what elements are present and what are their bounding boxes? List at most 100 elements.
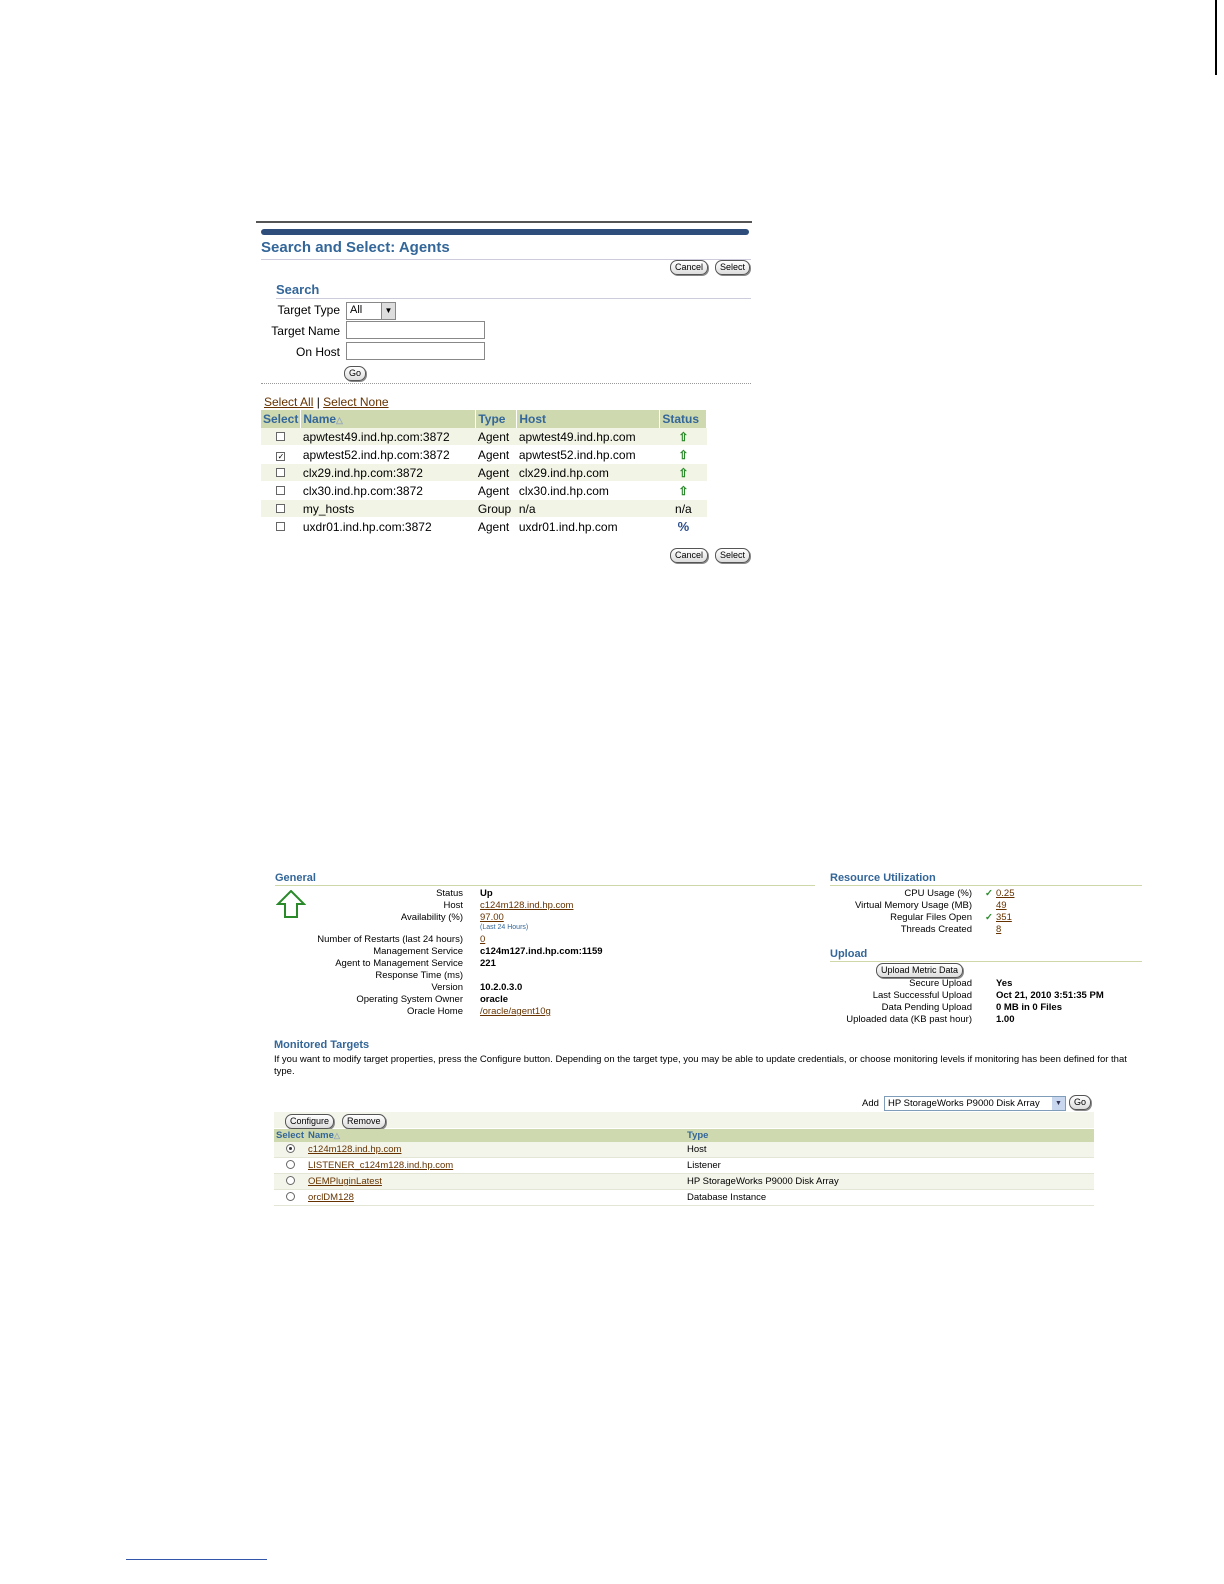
row-type: Agent [475,445,517,464]
target-name-input[interactable] [346,321,485,339]
table-row[interactable]: orclDM128 Database Instance [274,1189,1094,1206]
row-checkbox[interactable] [276,485,286,495]
upload-key: Data Pending Upload [881,1002,972,1013]
general-key: Number of Restarts (last 24 hours) [317,934,463,945]
resource-value-link[interactable]: 0.25 [996,888,1015,899]
status-up-icon: ⇧ [678,465,689,480]
resource-utilization-heading: Resource Utilization [830,872,936,884]
row-host: clx30.ind.hp.com [516,481,660,500]
add-target-type-select[interactable]: HP StorageWorks P9000 Disk Array ▼ [884,1096,1066,1111]
row-radio[interactable] [285,1143,295,1153]
row-select-cell [261,517,301,536]
general-divider [275,885,815,886]
monitored-targets-table: Select Name△ Type c124m128.ind.hp.com Hos… [274,1129,1094,1206]
upload-key: Secure Upload [909,978,972,989]
resource-value-link[interactable]: 351 [996,912,1012,923]
general-value-link[interactable]: c124m128.ind.hp.com [480,900,573,911]
select-button-bottom[interactable]: Select [715,548,751,563]
general-heading: General [275,872,316,884]
row-name-cell: orclDM128 [306,1189,685,1206]
row-select-cell [261,463,301,482]
row-host: clx29.ind.hp.com [516,463,660,482]
cancel-button-bottom[interactable]: Cancel [670,548,709,563]
table-row[interactable]: clx30.ind.hp.com:3872 Agent clx30.ind.hp.c… [261,481,707,500]
row-name-cell: LISTENER_c124m128.ind.hp.com [306,1157,685,1174]
checkmark-icon: ✓ [985,888,993,899]
add-go-button[interactable]: Go [1069,1095,1092,1110]
col-name[interactable]: Name△ [306,1129,685,1142]
upload-value: 0 MB in 0 Files [996,1002,1062,1013]
general-value: oracle [480,994,508,1005]
select-all-link[interactable]: Select All [264,395,313,409]
general-value-link[interactable]: /oracle/agent10g [480,1006,551,1017]
target-type-select[interactable]: All ▼ [346,302,396,320]
row-select-cell [274,1173,306,1190]
status-up-icon: ⇧ [678,447,689,462]
panel-top-line [256,221,752,223]
table-row[interactable]: uxdr01.ind.hp.com:3872 Agent uxdr01.ind.hp… [261,517,707,536]
general-key: Host [443,900,463,911]
row-host: n/a [516,499,660,518]
row-checkbox[interactable] [276,503,286,513]
general-key: Operating System Owner [356,994,463,1005]
go-button[interactable]: Go [344,366,367,381]
select-links: Select All | Select None [264,395,389,409]
row-radio[interactable] [285,1175,295,1185]
row-checkbox[interactable]: ✓ [276,451,286,461]
on-host-input[interactable] [346,342,485,360]
resource-value-link[interactable]: 49 [996,900,1007,911]
col-type: Type [685,1129,1094,1142]
row-select-cell [261,428,301,446]
resource-key: Virtual Memory Usage (MB) [854,900,972,911]
row-radio[interactable] [285,1159,295,1169]
row-name: uxdr01.ind.hp.com:3872 [300,517,476,536]
resource-divider [830,885,1142,886]
row-name: clx29.ind.hp.com:3872 [300,463,476,482]
upload-value: 1.00 [996,1014,1015,1025]
cancel-button[interactable]: Cancel [670,260,709,275]
chevron-down-icon[interactable]: ▼ [381,303,395,319]
col-name[interactable]: Name△ [300,410,477,428]
general-value-link[interactable]: 97.00 [480,912,504,923]
target-name-link[interactable]: LISTENER_c124m128.ind.hp.com [308,1160,453,1171]
general-value: 10.2.0.3.0 [480,982,523,993]
resource-key: Regular Files Open [890,912,972,923]
table-row[interactable]: LISTENER_c124m128.ind.hp.com Listener [274,1157,1094,1174]
on-host-label: On Host [295,345,340,359]
select-button[interactable]: Select [715,260,751,275]
col-select: Select [261,410,302,428]
row-checkbox[interactable] [276,431,286,441]
row-type: Agent [475,517,517,536]
configure-button[interactable]: Configure [285,1114,335,1129]
chevron-down-icon[interactable]: ▼ [1052,1097,1065,1110]
row-radio[interactable] [285,1191,295,1201]
row-status-cell: % [659,517,707,536]
table-row[interactable]: ✓ apwtest52.ind.hp.com:3872 Agent apwtest52… [261,445,707,464]
table-row[interactable]: my_hosts Group n/a n/a [261,499,707,518]
target-name-link[interactable]: c124m128.ind.hp.com [308,1144,401,1155]
upload-metric-data-button[interactable]: Upload Metric Data [876,963,964,978]
table-row[interactable]: c124m128.ind.hp.com Host [274,1142,1094,1158]
status-up-icon: ⇧ [678,429,689,444]
table-header-row: Select Name△ Type Host Status [261,410,708,428]
row-type: Listener [685,1157,1094,1174]
target-name-link[interactable]: orclDM128 [308,1192,354,1203]
row-status-cell: ⇧ [659,428,707,446]
general-key: Version [431,982,463,993]
row-checkbox[interactable] [276,521,286,531]
add-target-type-value: HP StorageWorks P9000 Disk Array [888,1098,1040,1109]
select-none-link[interactable]: Select None [323,395,388,409]
row-host: uxdr01.ind.hp.com [516,517,660,536]
row-name: apwtest49.ind.hp.com:3872 [300,428,476,446]
target-name-link[interactable]: OEMPluginLatest [308,1176,382,1187]
dotted-divider [261,383,751,384]
table-row[interactable]: clx29.ind.hp.com:3872 Agent clx29.ind.hp.c… [261,463,707,482]
general-value-link[interactable]: 0 [480,934,485,945]
resource-value-link[interactable]: 8 [996,924,1001,935]
remove-button[interactable]: Remove [342,1114,386,1129]
table-row[interactable]: OEMPluginLatest HP StorageWorks P9000 Dis… [274,1173,1094,1190]
row-checkbox[interactable] [276,467,286,477]
upload-heading: Upload [830,948,868,960]
col-name-label: Name [303,412,337,426]
table-row[interactable]: apwtest49.ind.hp.com:3872 Agent apwtest49.… [261,428,707,446]
